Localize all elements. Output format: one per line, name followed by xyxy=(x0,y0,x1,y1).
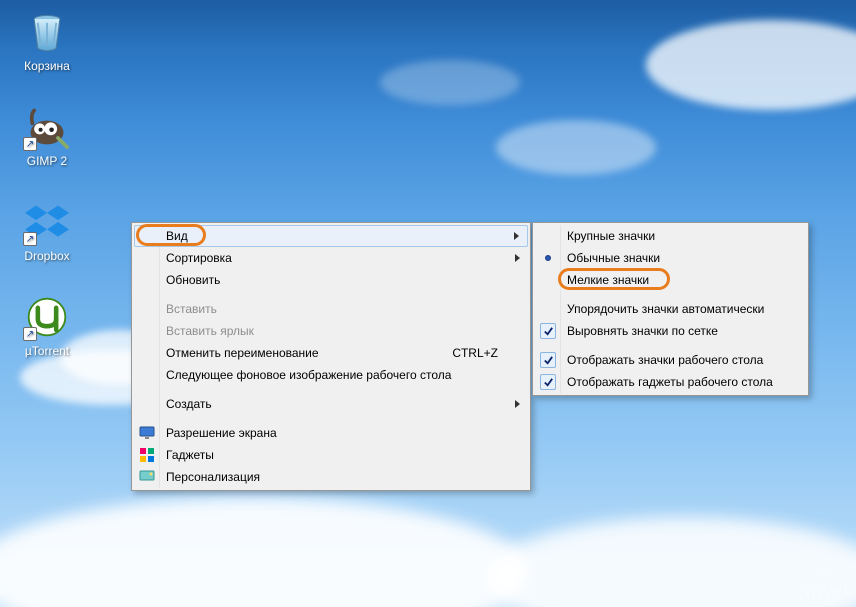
submenu-arrow-icon xyxy=(515,254,520,262)
menu-item-label: Создать xyxy=(166,397,212,411)
desktop-icon-label: Корзина xyxy=(10,59,84,73)
cloud-deco xyxy=(486,517,856,607)
submenu-item-large-icons[interactable]: Крупные значки xyxy=(535,225,806,247)
submenu-item-small-icons[interactable]: Мелкие значки xyxy=(535,269,806,291)
menu-item-shortcut: CTRL+Z xyxy=(452,346,498,360)
personalize-icon xyxy=(139,469,155,485)
menu-separator xyxy=(134,415,528,422)
cloud-deco xyxy=(496,120,656,175)
monitor-icon xyxy=(139,425,155,441)
shortcut-overlay-icon: ↗ xyxy=(23,327,37,341)
cloud-deco xyxy=(380,60,520,105)
desktop-icon-dropbox[interactable]: ↗ Dropbox xyxy=(10,198,84,263)
submenu-item-show-icons[interactable]: Отображать значки рабочего стола xyxy=(535,349,806,371)
submenu-arrow-icon xyxy=(514,232,519,240)
menu-item-paste-shortcut: Вставить ярлык xyxy=(134,320,528,342)
menu-item-label: Отображать гаджеты рабочего стола xyxy=(567,375,773,389)
view-submenu: Крупные значки Обычные значки Мелкие зна… xyxy=(532,222,809,396)
menu-item-gadgets[interactable]: Гаджеты xyxy=(134,444,528,466)
gadgets-icon xyxy=(139,447,155,463)
cloud-deco xyxy=(0,497,530,607)
menu-separator xyxy=(535,342,806,349)
submenu-item-show-gadgets[interactable]: Отображать гаджеты рабочего стола xyxy=(535,371,806,393)
checkmark-icon xyxy=(540,323,556,339)
menu-item-paste: Вставить xyxy=(134,298,528,320)
desktop-icon-recycle-bin[interactable]: Корзина xyxy=(10,8,84,73)
desktop-icon-gimp[interactable]: ↗ GIMP 2 xyxy=(10,103,84,168)
submenu-item-auto-arrange[interactable]: Упорядочить значки автоматически xyxy=(535,298,806,320)
menu-item-label: Обычные значки xyxy=(567,251,660,265)
menu-item-label: Сортировка xyxy=(166,251,232,265)
submenu-item-medium-icons[interactable]: Обычные значки xyxy=(535,247,806,269)
menu-item-undo-rename[interactable]: Отменить переименование CTRL+Z xyxy=(134,342,528,364)
desktop-icon-label: GIMP 2 xyxy=(10,154,84,168)
menu-item-label: Разрешение экрана xyxy=(166,426,277,440)
radio-bullet-icon xyxy=(540,250,556,266)
desktop-icon-label: µTorrent xyxy=(10,344,84,358)
menu-separator xyxy=(535,291,806,298)
utorrent-icon: ↗ xyxy=(23,293,71,341)
menu-item-label: Отменить переименование xyxy=(166,346,319,360)
desktop-icon-utorrent[interactable]: ↗ µTorrent xyxy=(10,293,84,358)
desktop-context-menu: Вид Сортировка Обновить Вставить Вставит… xyxy=(131,222,531,491)
menu-item-label: Отображать значки рабочего стола xyxy=(567,353,763,367)
menu-item-next-wallpaper[interactable]: Следующее фоновое изображение рабочего с… xyxy=(134,364,528,386)
desktop-icon-label: Dropbox xyxy=(10,249,84,263)
menu-separator xyxy=(134,386,528,393)
menu-separator xyxy=(134,291,528,298)
menu-item-label: Персонализация xyxy=(166,470,260,484)
menu-item-label: Гаджеты xyxy=(166,448,214,462)
menu-item-screen-resolution[interactable]: Разрешение экрана xyxy=(134,422,528,444)
submenu-item-align-grid[interactable]: Выровнять значки по сетке xyxy=(535,320,806,342)
dropbox-icon: ↗ xyxy=(23,198,71,246)
menu-item-label: Вид xyxy=(166,229,188,243)
menu-item-label: Обновить xyxy=(166,273,220,287)
menu-item-new[interactable]: Создать xyxy=(134,393,528,415)
menu-item-label: Следующее фоновое изображение рабочего с… xyxy=(166,368,451,382)
shortcut-overlay-icon: ↗ xyxy=(23,232,37,246)
checkmark-icon xyxy=(540,374,556,390)
menu-item-personalize[interactable]: Персонализация xyxy=(134,466,528,488)
menu-item-label: Упорядочить значки автоматически xyxy=(567,302,764,316)
recycle-bin-icon xyxy=(23,8,71,56)
gimp-icon: ↗ xyxy=(23,103,71,151)
menu-item-label: Выровнять значки по сетке xyxy=(567,324,718,338)
menu-item-refresh[interactable]: Обновить xyxy=(134,269,528,291)
menu-item-label: Мелкие значки xyxy=(567,273,649,287)
menu-item-label: Вставить xyxy=(166,302,217,316)
cloud-deco xyxy=(646,20,856,110)
checkmark-icon xyxy=(540,352,556,368)
menu-item-label: Крупные значки xyxy=(567,229,655,243)
menu-item-label: Вставить ярлык xyxy=(166,324,254,338)
shortcut-overlay-icon: ↗ xyxy=(23,137,37,151)
menu-item-sort[interactable]: Сортировка xyxy=(134,247,528,269)
submenu-arrow-icon xyxy=(515,400,520,408)
menu-item-view[interactable]: Вид xyxy=(134,225,528,247)
